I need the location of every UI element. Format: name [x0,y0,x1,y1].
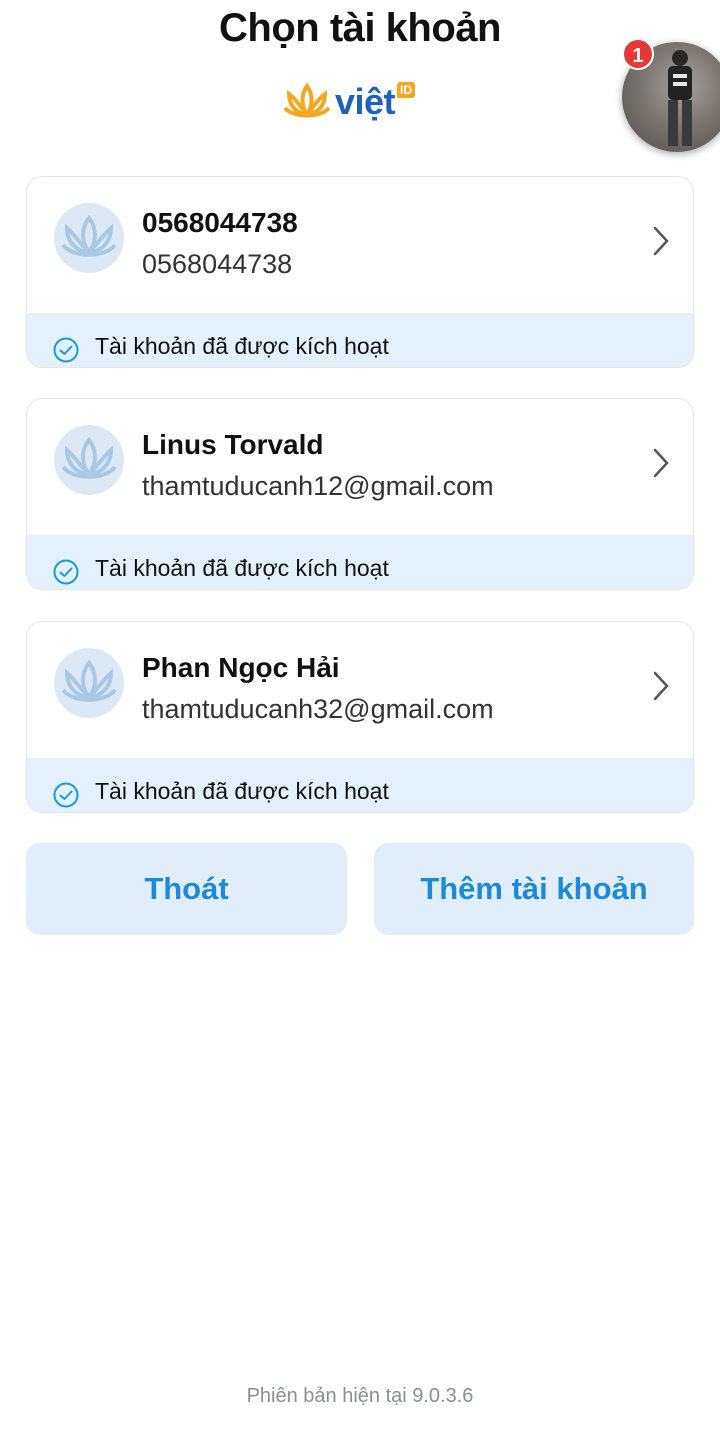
account-status-text: Tài khoản đã được kích hoạt [95,778,389,804]
check-circle-icon [53,337,79,363]
chevron-right-icon [653,226,669,256]
account-picker-screen: Chọn tài khoản việt ID 1 0568044738 0568… [0,0,720,1438]
account-name: Linus Torvald [142,429,324,460]
account-avatar [54,648,124,718]
account-name: 0568044738 [142,207,298,238]
lotus-avatar-icon [61,214,117,257]
vietid-logo: việt ID [283,78,416,126]
account-name: Phan Ngọc Hải [142,652,340,683]
version-text: Phiên bản hiện tại 9.0.3.6 [246,1385,474,1407]
account-detail: 0568044738 [142,249,293,279]
chevron-right-icon [653,448,669,478]
person-photo-icon [668,50,692,146]
lotus-avatar-icon [61,436,117,479]
account-status-bar: Tài khoản đã được kích hoạt [27,313,693,367]
chevron-right-icon [653,671,669,701]
exit-button[interactable]: Thoát [26,843,347,935]
add-account-button[interactable]: Thêm tài khoản [374,843,694,935]
account-card[interactable]: 0568044738 0568044738 Tài khoản đã được … [26,176,694,368]
logo-wordmark: việt [335,81,396,122]
logo-id-badge: ID [397,82,416,98]
account-avatar [54,203,124,273]
account-status-text: Tài khoản đã được kích hoạt [95,555,389,581]
notification-badge[interactable]: 1 [622,38,654,70]
account-detail: thamtuducanh32@gmail.com [142,694,494,724]
account-status-text: Tài khoản đã được kích hoạt [95,333,389,359]
account-status-bar: Tài khoản đã được kích hoạt [27,758,693,812]
lotus-logo-icon [283,82,331,118]
lotus-avatar-icon [61,659,117,702]
account-card[interactable]: Linus Torvald thamtuducanh12@gmail.com T… [26,398,694,590]
check-circle-icon [53,782,79,808]
check-circle-icon [53,559,79,585]
account-card[interactable]: Phan Ngọc Hải thamtuducanh32@gmail.com T… [26,621,694,813]
account-avatar [54,425,124,495]
page-title: Chọn tài khoản [219,6,501,50]
account-status-bar: Tài khoản đã được kích hoạt [27,535,693,589]
account-detail: thamtuducanh12@gmail.com [142,471,494,501]
